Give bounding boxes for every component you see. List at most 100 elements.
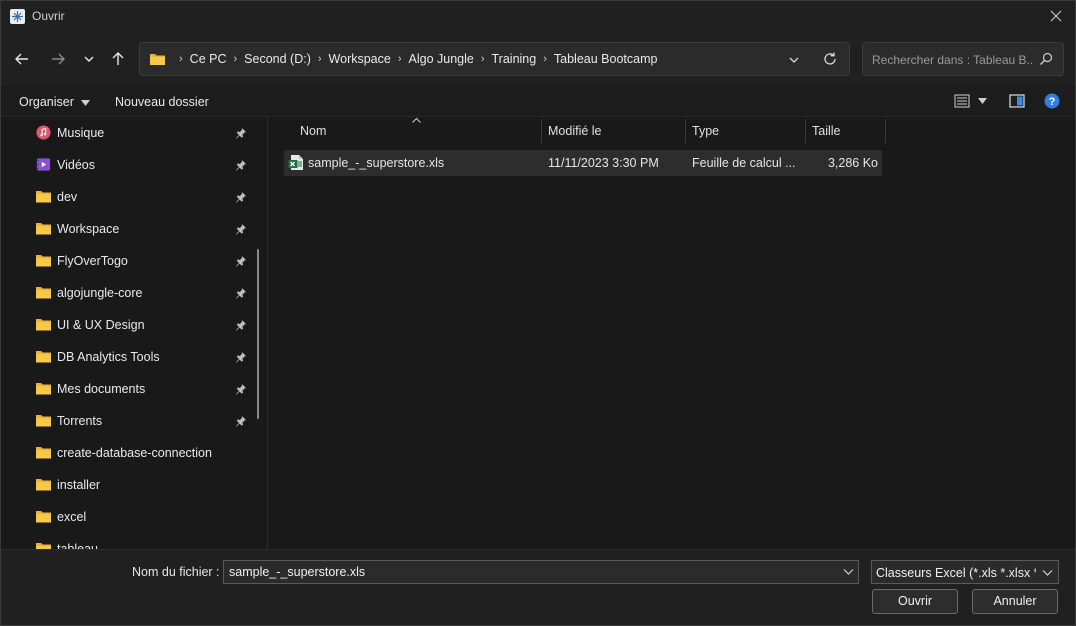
file-name: sample_-_superstore.xls xyxy=(308,156,445,170)
pin-icon[interactable] xyxy=(235,223,247,235)
breadcrumb-item[interactable]: Ce PC xyxy=(190,52,227,66)
breadcrumb-item[interactable]: Tableau Bootcamp xyxy=(554,52,658,66)
folder-icon xyxy=(36,415,51,427)
folder-icon xyxy=(36,287,51,299)
chevron-down-icon xyxy=(1042,570,1053,576)
tableau-app-icon xyxy=(10,9,25,24)
sidebar-item-label: Workspace xyxy=(57,222,120,236)
breadcrumb-item[interactable]: Training xyxy=(492,52,537,66)
back-button[interactable] xyxy=(11,48,33,70)
preview-pane-icon[interactable] xyxy=(1009,93,1025,109)
excel-file-icon xyxy=(288,155,303,170)
sidebar-item-label: FlyOverTogo xyxy=(57,254,128,268)
pin-icon[interactable] xyxy=(235,383,247,395)
pin-icon[interactable] xyxy=(235,159,247,171)
chevron-right-icon[interactable]: › xyxy=(398,53,402,65)
view-details-icon[interactable] xyxy=(954,93,970,109)
chevron-down-icon[interactable] xyxy=(788,54,800,66)
file-list[interactable]: Nom Modifié le Type Taille sample_-_supe… xyxy=(269,117,1075,549)
sidebar-item[interactable]: tableau xyxy=(1,533,259,549)
breadcrumb-item[interactable]: Workspace xyxy=(329,52,391,66)
chevron-right-icon[interactable]: › xyxy=(179,53,183,65)
organize-button[interactable]: Organiser xyxy=(19,95,91,109)
command-toolbar: Organiser Nouveau dossier ? xyxy=(1,86,1075,117)
sidebar-item-label: Musique xyxy=(57,126,105,140)
open-file-dialog: Ouvrir › Ce PC › Second (D:) › Workspace… xyxy=(0,0,1076,626)
sidebar-item[interactable]: DB Analytics Tools xyxy=(1,341,259,373)
column-divider[interactable] xyxy=(885,119,886,143)
pin-icon[interactable] xyxy=(235,191,247,203)
chevron-right-icon[interactable]: › xyxy=(481,53,485,65)
filename-input[interactable] xyxy=(223,560,859,584)
chevron-down-icon xyxy=(84,56,94,62)
sidebar-item[interactable]: installer xyxy=(1,469,259,501)
folder-icon xyxy=(36,255,51,267)
pin-icon[interactable] xyxy=(235,319,247,331)
window-title: Ouvrir xyxy=(32,9,65,23)
breadcrumb-item[interactable]: Second (D:) xyxy=(244,52,311,66)
file-size: 3,286 Ko xyxy=(827,156,878,170)
chevron-right-icon[interactable]: › xyxy=(318,53,322,65)
sidebar-item[interactable]: FlyOverTogo xyxy=(1,245,259,277)
sidebar-item[interactable]: create-database-connection xyxy=(1,437,259,469)
search-box[interactable]: Rechercher dans : Tableau B... xyxy=(862,42,1064,76)
folder-icon xyxy=(150,54,165,65)
file-type: Feuille de calcul ... xyxy=(692,156,796,170)
pin-icon[interactable] xyxy=(235,255,247,267)
caret-down-icon[interactable] xyxy=(978,98,987,104)
open-button[interactable]: Ouvrir xyxy=(872,589,958,614)
chevron-right-icon[interactable]: › xyxy=(234,53,238,65)
arrow-left-icon xyxy=(15,53,28,65)
navigation-pane[interactable]: Musique Vidéos dev Workspace FlyOverTogo algo… xyxy=(1,117,268,549)
file-row[interactable]: sample_-_superstore.xls 11/11/2023 3:30 … xyxy=(284,150,882,176)
help-icon[interactable]: ? xyxy=(1044,93,1060,109)
folder-icon xyxy=(36,319,51,331)
new-folder-button[interactable]: Nouveau dossier xyxy=(115,95,209,109)
column-header-modified[interactable]: Modifié le xyxy=(542,117,685,143)
sidebar-item[interactable]: UI & UX Design xyxy=(1,309,259,341)
pin-icon[interactable] xyxy=(235,127,247,139)
dialog-footer: Nom du fichier : Classeurs Excel (*.xls … xyxy=(1,549,1075,625)
sidebar-item[interactable]: Workspace xyxy=(1,213,259,245)
cancel-button[interactable]: Annuler xyxy=(972,589,1058,614)
breadcrumb: › Ce PC › Second (D:) › Workspace › Algo Jungle… xyxy=(172,52,657,66)
arrow-right-icon xyxy=(52,53,65,65)
sidebar-item-label: excel xyxy=(57,510,87,524)
sidebar-item[interactable]: excel xyxy=(1,501,259,533)
recent-locations-button[interactable] xyxy=(78,48,100,70)
sidebar-item-label: Mes documents xyxy=(57,382,146,396)
refresh-icon[interactable] xyxy=(822,51,838,67)
svg-text:?: ? xyxy=(1049,96,1056,108)
folder-icon xyxy=(36,223,51,235)
address-bar[interactable]: › Ce PC › Second (D:) › Workspace › Algo Jungle… xyxy=(139,42,850,76)
folder-icon xyxy=(36,351,51,363)
title-bar: Ouvrir xyxy=(1,1,1075,32)
filename-label: Nom du fichier : xyxy=(132,565,220,579)
close-icon[interactable] xyxy=(1047,7,1065,25)
pin-icon[interactable] xyxy=(235,287,247,299)
sidebar-item-label: UI & UX Design xyxy=(57,318,145,332)
chevron-right-icon[interactable]: › xyxy=(543,53,547,65)
sidebar-item[interactable]: Musique xyxy=(1,117,259,149)
chevron-down-icon[interactable] xyxy=(843,568,854,576)
pin-icon[interactable] xyxy=(235,351,247,363)
sidebar-item[interactable]: Vidéos xyxy=(1,149,259,181)
organize-label: Organiser xyxy=(19,95,74,109)
sidebar-item[interactable]: Torrents xyxy=(1,405,259,437)
file-type-filter[interactable]: Classeurs Excel (*.xls *.xlsx *.xls xyxy=(871,560,1059,584)
pin-icon[interactable] xyxy=(235,415,247,427)
sidebar-item[interactable]: Mes documents xyxy=(1,373,259,405)
forward-button[interactable] xyxy=(47,48,69,70)
up-button[interactable] xyxy=(107,48,129,70)
column-header-name[interactable]: Nom xyxy=(294,117,541,143)
sidebar-item-label: Vidéos xyxy=(57,158,95,172)
folder-icon xyxy=(36,191,51,203)
folder-icon xyxy=(36,479,51,491)
search-input[interactable]: Rechercher dans : Tableau B... xyxy=(872,53,1032,67)
sidebar-item[interactable]: algojungle-core xyxy=(1,277,259,309)
sidebar-item[interactable]: dev xyxy=(1,181,259,213)
column-header-type[interactable]: Type xyxy=(686,117,805,143)
column-header-size[interactable]: Taille xyxy=(806,117,885,143)
breadcrumb-item[interactable]: Algo Jungle xyxy=(409,52,474,66)
folder-icon xyxy=(36,511,51,523)
